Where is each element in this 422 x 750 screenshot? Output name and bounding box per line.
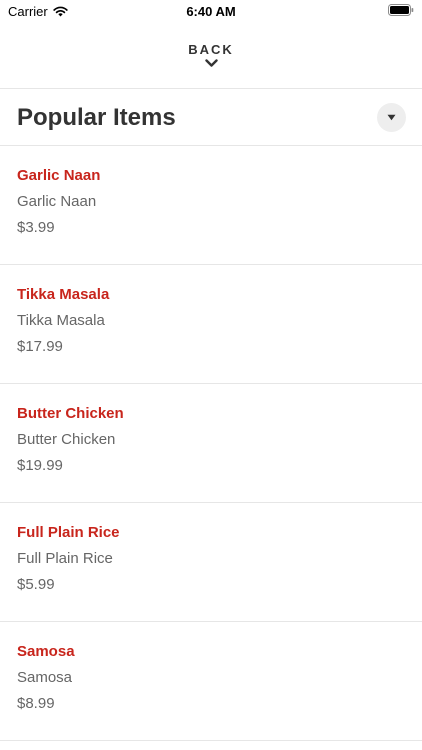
item-name: Butter Chicken xyxy=(17,405,124,422)
back-header: BACK xyxy=(0,22,422,89)
status-right xyxy=(388,4,414,16)
app-screen: Carrier 6:40 AM BACK Popular Items Garli… xyxy=(0,0,422,750)
item-name: Full Plain Rice xyxy=(17,524,120,541)
item-list: Garlic Naan Garlic Naan $3.99 Tikka Masa… xyxy=(0,146,422,741)
item-name: Garlic Naan xyxy=(17,167,101,184)
item-price: $8.99 xyxy=(17,695,55,712)
section-title: Popular Items xyxy=(17,104,176,131)
list-item[interactable]: Butter Chicken Butter Chicken $19.99 xyxy=(0,384,422,503)
chevron-down-icon xyxy=(204,59,218,68)
list-item[interactable]: Full Plain Rice Full Plain Rice $5.99 xyxy=(0,503,422,622)
item-price: $5.99 xyxy=(17,576,55,593)
item-price: $17.99 xyxy=(17,338,63,355)
item-name: Samosa xyxy=(17,643,75,660)
status-time: 6:40 AM xyxy=(186,4,236,19)
section-dropdown-button[interactable] xyxy=(377,103,406,132)
item-description: Samosa xyxy=(17,669,73,686)
list-item[interactable]: Garlic Naan Garlic Naan $3.99 xyxy=(0,146,422,265)
list-item[interactable]: Tikka Masala Tikka Masala $17.99 xyxy=(0,265,422,384)
battery-icon xyxy=(388,4,414,16)
section-header: Popular Items xyxy=(0,89,422,146)
item-description: Tikka Masala xyxy=(17,312,105,329)
item-description: Garlic Naan xyxy=(17,193,97,210)
item-price: $19.99 xyxy=(17,457,63,474)
item-description: Butter Chicken xyxy=(17,431,116,448)
item-price: $3.99 xyxy=(17,219,55,236)
back-button[interactable]: BACK xyxy=(188,42,234,68)
status-bar: Carrier 6:40 AM xyxy=(0,0,422,22)
list-item[interactable]: Samosa Samosa $8.99 xyxy=(0,622,422,741)
back-label: BACK xyxy=(188,42,234,57)
item-name: Tikka Masala xyxy=(17,286,110,303)
caret-down-icon xyxy=(387,114,396,121)
item-description: Full Plain Rice xyxy=(17,550,113,567)
